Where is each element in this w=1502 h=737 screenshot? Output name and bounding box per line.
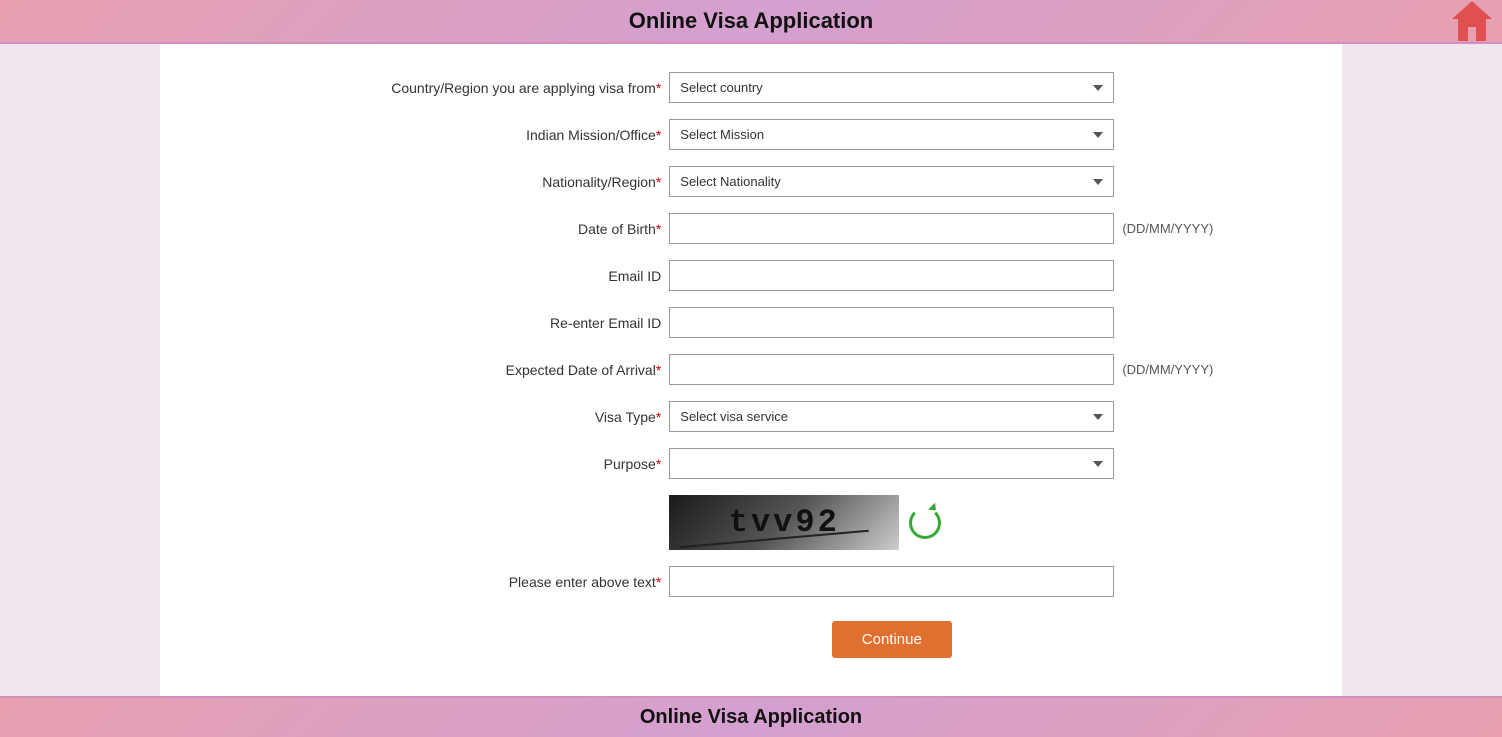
re-email-label: Re-enter Email ID [200, 299, 665, 346]
main-content: Country/Region you are applying visa fro… [160, 44, 1342, 696]
page-wrapper: Online Visa Application Country/Region y… [0, 0, 1502, 737]
dob-input-cell [665, 205, 1118, 252]
form-table: Country/Region you are applying visa fro… [200, 64, 1302, 666]
nationality-select[interactable]: Select Nationality [669, 166, 1114, 197]
indian-mission-input-cell: Select Mission [665, 111, 1118, 158]
nationality-input-cell: Select Nationality [665, 158, 1118, 205]
email-label: Email ID [200, 252, 665, 299]
indian-mission-row: Indian Mission/Office* Select Mission [200, 111, 1302, 158]
header-bar: Online Visa Application [0, 0, 1502, 44]
dob-row: Date of Birth* (DD/MM/YYYY) [200, 205, 1302, 252]
nationality-required: * [656, 174, 661, 190]
purpose-row: Purpose* [200, 440, 1302, 487]
arrival-date-input[interactable] [669, 354, 1114, 385]
footer-bar: Online Visa Application [0, 696, 1502, 737]
home-icon-wrapper[interactable] [1452, 1, 1492, 41]
dob-input[interactable] [669, 213, 1114, 244]
indian-mission-required: * [656, 127, 661, 143]
visa-type-row: Visa Type* Select visa service [200, 393, 1302, 440]
nationality-row: Nationality/Region* Select Nationality [200, 158, 1302, 205]
captcha-input-row: Please enter above text* [200, 558, 1302, 605]
email-input-cell [665, 252, 1118, 299]
dob-required: * [656, 221, 661, 237]
arrival-date-hint: (DD/MM/YYYY) [1118, 346, 1302, 393]
re-email-input[interactable] [669, 307, 1114, 338]
captcha-text-label: Please enter above text* [200, 558, 665, 605]
country-region-select[interactable]: Select country [669, 72, 1114, 103]
visa-type-required: * [656, 409, 661, 425]
captcha-refresh-icon[interactable] [909, 507, 941, 539]
captcha-entry-input[interactable] [669, 566, 1114, 597]
captcha-image: tvv92 [669, 495, 899, 550]
re-email-row: Re-enter Email ID [200, 299, 1302, 346]
visa-type-select[interactable]: Select visa service [669, 401, 1114, 432]
email-row: Email ID [200, 252, 1302, 299]
arrival-date-row: Expected Date of Arrival* (DD/MM/YYYY) [200, 346, 1302, 393]
indian-mission-label: Indian Mission/Office* [200, 111, 665, 158]
continue-empty-right [1118, 605, 1302, 666]
continue-empty-left [200, 605, 665, 666]
captcha-hint-cell [1118, 487, 1302, 558]
purpose-select[interactable] [669, 448, 1114, 479]
arrival-date-label: Expected Date of Arrival* [200, 346, 665, 393]
purpose-required: * [656, 456, 661, 472]
dob-label: Date of Birth* [200, 205, 665, 252]
continue-cell: Continue [665, 605, 1118, 666]
email-input[interactable] [669, 260, 1114, 291]
re-email-hint [1118, 299, 1302, 346]
indian-mission-hint [1118, 111, 1302, 158]
continue-row: Continue [200, 605, 1302, 666]
nationality-label: Nationality/Region* [200, 158, 665, 205]
footer-title: Online Visa Application [0, 706, 1502, 729]
country-region-input-cell: Select country [665, 64, 1118, 111]
email-hint [1118, 252, 1302, 299]
country-region-row: Country/Region you are applying visa fro… [200, 64, 1302, 111]
captcha-input-cell: tvv92 [665, 487, 1035, 558]
visa-type-input-cell: Select visa service [665, 393, 1118, 440]
captcha-row: tvv92 [200, 487, 1302, 558]
re-email-input-cell [665, 299, 1118, 346]
purpose-input-cell [665, 440, 1118, 487]
dob-hint: (DD/MM/YYYY) [1118, 205, 1302, 252]
country-region-required: * [656, 80, 661, 96]
captcha-label-cell [200, 487, 665, 558]
page-title: Online Visa Application [0, 8, 1502, 34]
purpose-hint [1118, 440, 1302, 487]
indian-mission-select[interactable]: Select Mission [669, 119, 1114, 150]
home-icon[interactable] [1452, 1, 1492, 41]
captcha-entry-cell [665, 558, 1118, 605]
arrival-date-input-cell [665, 346, 1118, 393]
country-region-label: Country/Region you are applying visa fro… [200, 64, 665, 111]
country-region-hint [1118, 64, 1302, 111]
nationality-hint [1118, 158, 1302, 205]
arrival-date-required: * [656, 362, 661, 378]
captcha-required: * [656, 574, 661, 590]
captcha-entry-hint [1118, 558, 1302, 605]
continue-button[interactable]: Continue [832, 621, 952, 658]
visa-type-hint [1118, 393, 1302, 440]
visa-type-label: Visa Type* [200, 393, 665, 440]
purpose-label: Purpose* [200, 440, 665, 487]
